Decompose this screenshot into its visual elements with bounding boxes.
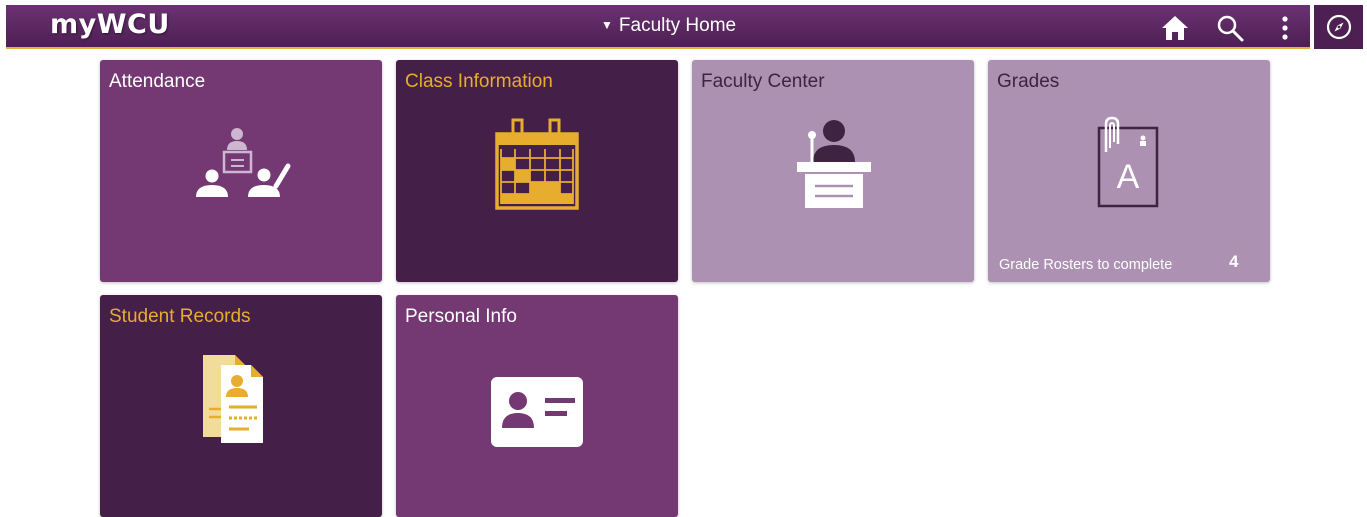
tile-faculty-center[interactable]: Faculty Center xyxy=(692,60,974,282)
app-logo[interactable]: myWCU xyxy=(50,9,170,40)
navbar-button[interactable] xyxy=(1314,5,1363,49)
student-records-icon xyxy=(203,355,263,443)
attendance-classroom-icon xyxy=(196,128,291,197)
tile-title: Grades xyxy=(997,71,1060,92)
grade-rosters-count: 4 xyxy=(1229,252,1239,271)
podium-speaker-icon xyxy=(797,120,871,208)
id-card-icon xyxy=(491,377,583,447)
tile-title: Student Records xyxy=(109,306,251,327)
more-options-icon[interactable] xyxy=(1270,13,1300,43)
tile-student-records[interactable]: Student Records xyxy=(100,295,382,517)
tile-title: Class Information xyxy=(405,71,553,92)
home-icon[interactable] xyxy=(1160,13,1190,43)
tile-title: Attendance xyxy=(109,71,206,92)
tile-grades[interactable]: Grades A Grade Rosters to complete 4 xyxy=(988,60,1270,282)
tile-title: Faculty Center xyxy=(701,71,825,92)
tile-class-information[interactable]: Class Information xyxy=(396,60,678,282)
calendar-icon xyxy=(495,118,579,210)
navbar-compass-icon xyxy=(1326,14,1352,40)
svg-text:A: A xyxy=(1117,158,1140,196)
tile-title: Personal Info xyxy=(405,306,517,327)
header-banner: myWCU ▼ Faculty Home xyxy=(6,5,1310,49)
tile-attendance[interactable]: Attendance xyxy=(100,60,382,282)
tile-personal-info[interactable]: Personal Info xyxy=(396,295,678,517)
page-selector[interactable]: ▼ Faculty Home xyxy=(601,15,736,37)
caret-down-icon: ▼ xyxy=(601,18,613,32)
search-icon[interactable] xyxy=(1215,13,1245,43)
grade-rosters-label: Grade Rosters to complete xyxy=(999,257,1173,273)
graded-paper-icon: A xyxy=(1097,116,1159,208)
page-selector-label: Faculty Home xyxy=(618,15,737,36)
